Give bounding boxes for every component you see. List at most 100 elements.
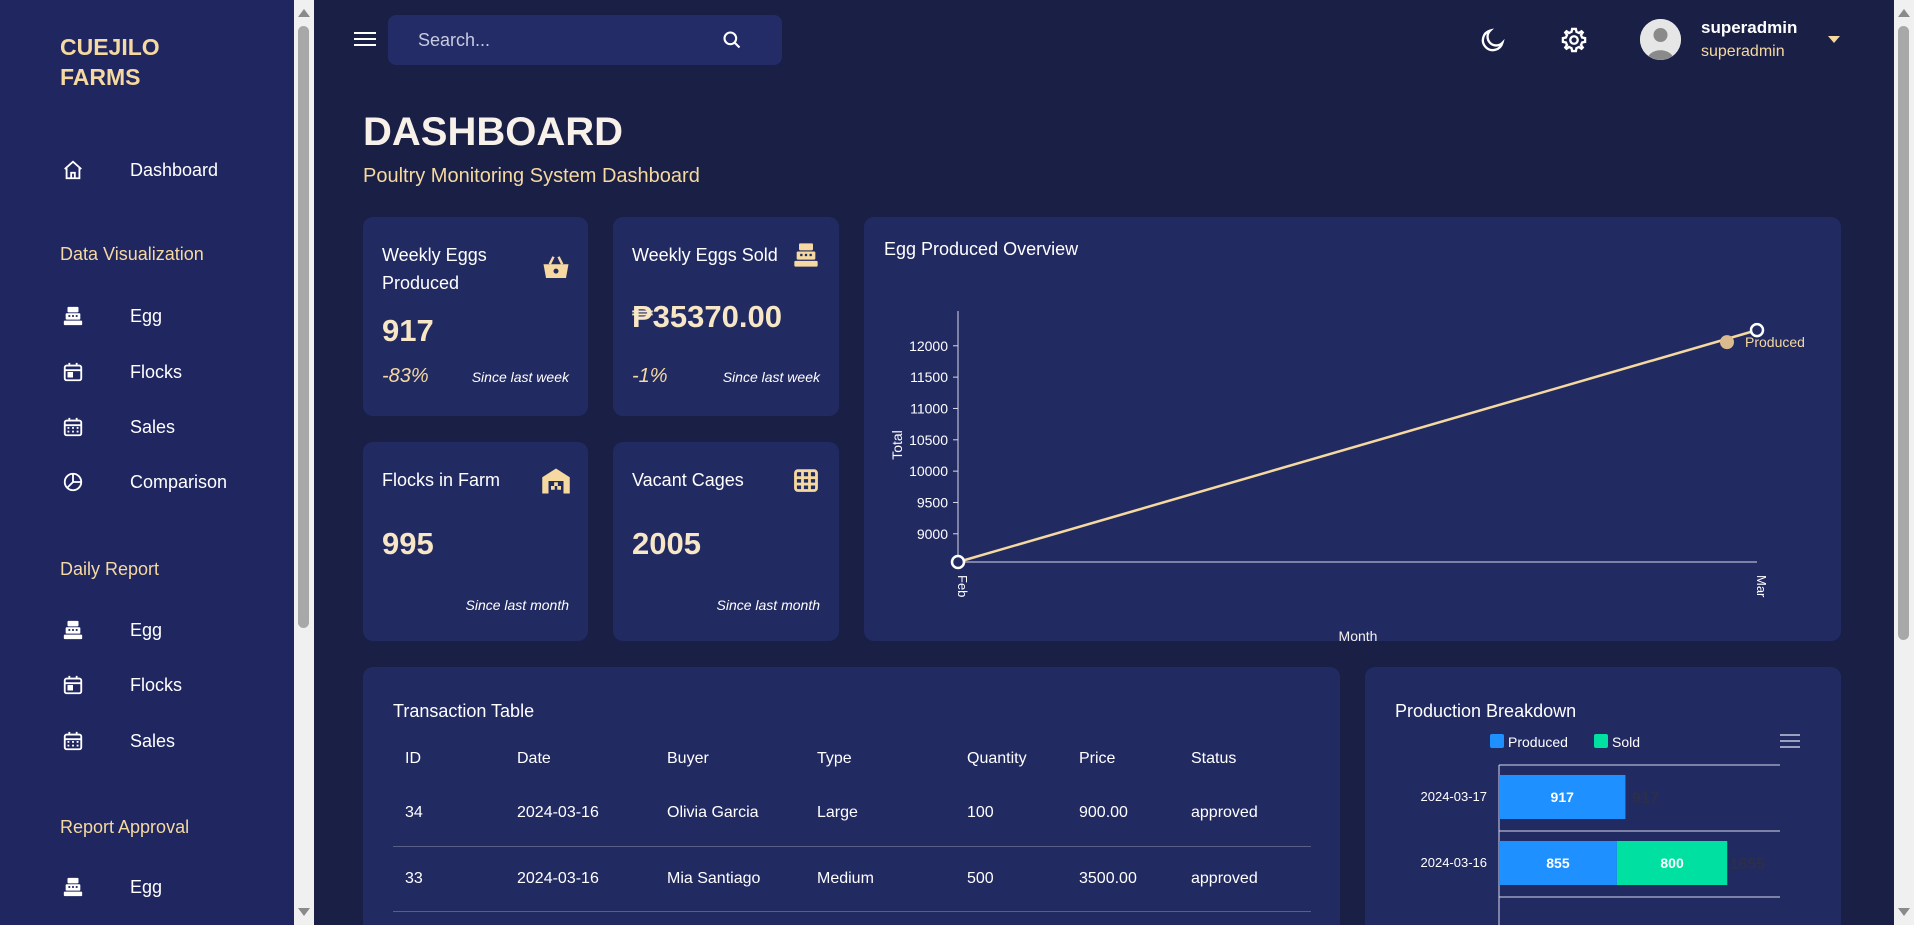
column-header[interactable]: ID	[393, 737, 505, 781]
y-tick-label: 12000	[909, 338, 948, 354]
avatar[interactable]	[1640, 19, 1681, 60]
table-cell: 2024-03-16	[505, 781, 655, 847]
sidebar-item-label: Flocks	[130, 361, 183, 382]
pie-chart-icon	[60, 469, 86, 495]
scroll-down-arrow-icon[interactable]	[298, 908, 310, 916]
bar-data-label: 917	[1551, 789, 1575, 805]
sidebar-item-dr-flocks[interactable]: Flocks	[60, 670, 182, 700]
user-menu-caret-icon[interactable]	[1828, 36, 1840, 43]
search-icon[interactable]	[722, 30, 742, 55]
x-axis-label: Month	[1339, 628, 1378, 641]
basket-icon	[541, 253, 571, 283]
y-tick-label: 9500	[917, 494, 948, 510]
sidebar-item-label: Dashboard	[130, 159, 219, 180]
table-header-row: ID Date Buyer Type Quantity Price Status	[393, 737, 1311, 781]
menu-toggle-icon[interactable]	[354, 28, 376, 50]
y-tick-label: 11000	[910, 400, 948, 416]
table-cell: approved	[1179, 846, 1311, 912]
egg-produced-overview-card: Egg Produced Overview 9000 9500 10000 10500…	[864, 217, 1841, 641]
dark-mode-moon-icon[interactable]	[1479, 26, 1507, 54]
stat-value: 917	[382, 313, 434, 348]
sidebar-item-label: Egg	[130, 619, 163, 640]
search-input[interactable]	[418, 29, 718, 51]
sidebar-item-dv-egg[interactable]: Egg	[60, 301, 162, 331]
production-breakdown-bar-chart: Produced Sold 2024-03-17 917 917 2024-03-16 85…	[1421, 734, 1780, 925]
calendar-grid-icon	[60, 728, 86, 754]
section-daily-report: Daily Report	[60, 559, 160, 579]
sidebar-item-label: Egg	[130, 876, 163, 897]
table-row[interactable]: 33 2024-03-16 Mia Santiago Medium 500 35…	[393, 846, 1311, 912]
legend-label: Sold	[1612, 734, 1640, 750]
scrollbar-thumb[interactable]	[298, 26, 309, 628]
sidebar-item-dr-sales[interactable]: Sales	[60, 726, 175, 756]
scroll-up-arrow-icon[interactable]	[298, 9, 310, 17]
table-cell: 33	[393, 846, 505, 912]
category-label: 2024-03-16	[1421, 855, 1488, 870]
section-data-visualization: Data Visualization	[60, 244, 204, 264]
transaction-table: ID Date Buyer Type Quantity Price Status…	[393, 737, 1311, 912]
legend-swatch	[1490, 734, 1504, 748]
stat-card-cages: Vacant Cages 2005 Since last month	[613, 442, 839, 641]
scrollbar-thumb[interactable]	[1898, 26, 1909, 640]
sidebar-item-label: Sales	[130, 416, 176, 437]
table-cell: 100	[955, 781, 1067, 847]
stat-card-flocks: Flocks in Farm 995 Since last month	[363, 442, 588, 641]
table-row[interactable]: 34 2024-03-16 Olivia Garcia Large 100 90…	[393, 781, 1311, 847]
legend-swatch	[1594, 734, 1608, 748]
sidebar-item-dv-comparison[interactable]: Comparison	[60, 467, 227, 497]
home-icon	[60, 157, 86, 183]
x-tick-label: Mar	[1754, 575, 1769, 598]
series-line-produced	[957, 328, 1758, 564]
table-cell: Mia Santiago	[655, 846, 805, 912]
table-cell: 500	[955, 846, 1067, 912]
transaction-table-card: Transaction Table ID Date Buyer Type Qua…	[363, 667, 1340, 925]
brand-logo[interactable]: CUEJILO FARMS	[60, 32, 200, 92]
cash-register-icon	[60, 617, 86, 643]
column-header[interactable]: Date	[505, 737, 655, 781]
bar-total-label: 917	[1632, 790, 1659, 807]
sidebar-item-dv-sales[interactable]: Sales	[60, 412, 175, 442]
stat-card-eggs-sold: Weekly Eggs Sold ₱35370.00 -1% Since las…	[613, 217, 839, 416]
y-axis-label: Total	[889, 430, 905, 460]
stat-value: 2005	[632, 526, 701, 561]
category-label: 2024-03-17	[1421, 789, 1488, 804]
column-header[interactable]: Buyer	[655, 737, 805, 781]
sidebar-scrollbar[interactable]	[294, 0, 314, 925]
scroll-down-arrow-icon[interactable]	[1898, 908, 1910, 916]
sidebar-item-ra-egg[interactable]: Egg	[60, 872, 162, 902]
sidebar-item-label: Flocks	[130, 674, 183, 695]
table-cell: Medium	[805, 846, 955, 912]
stat-percent-change: -83%	[382, 365, 429, 387]
column-header[interactable]: Quantity	[955, 737, 1067, 781]
scroll-up-arrow-icon[interactable]	[1898, 9, 1910, 17]
table-cell: approved	[1179, 781, 1311, 847]
stat-since: Since last month	[716, 597, 821, 613]
search-box	[388, 15, 782, 65]
table-cell: 34	[393, 781, 505, 847]
page-scrollbar[interactable]	[1894, 0, 1914, 925]
sidebar-item-dv-flocks[interactable]: Flocks	[60, 357, 182, 387]
sidebar-item-dr-egg[interactable]: Egg	[60, 615, 162, 645]
stat-percent-change: -1%	[632, 365, 668, 387]
bar-total-label: 1655	[1729, 856, 1765, 873]
column-header[interactable]: Price	[1067, 737, 1179, 781]
y-tick-label: 11500	[910, 369, 948, 385]
settings-gear-icon[interactable]	[1560, 26, 1588, 54]
series-label-produced: Produced	[1745, 334, 1805, 350]
legend-marker-produced	[1720, 335, 1734, 350]
production-breakdown-card: Production Breakdown Produced Sold 2024-03…	[1365, 667, 1841, 925]
sidebar-item-dashboard[interactable]: Dashboard	[60, 155, 218, 185]
stat-value: 995	[382, 526, 434, 561]
x-tick-label: Feb	[955, 575, 970, 597]
table-title: Transaction Table	[393, 701, 535, 721]
sidebar-item-label: Sales	[130, 730, 176, 751]
data-point	[950, 554, 966, 570]
calendar-icon	[60, 359, 86, 385]
stat-title: Weekly Eggs Sold	[632, 245, 778, 265]
stat-since: Since last week	[722, 369, 820, 385]
column-header[interactable]: Status	[1179, 737, 1311, 781]
table-cell: 900.00	[1067, 781, 1179, 847]
user-role: superadmin	[1701, 43, 1785, 60]
column-header[interactable]: Type	[805, 737, 955, 781]
page-title: DASHBOARD	[363, 110, 623, 154]
